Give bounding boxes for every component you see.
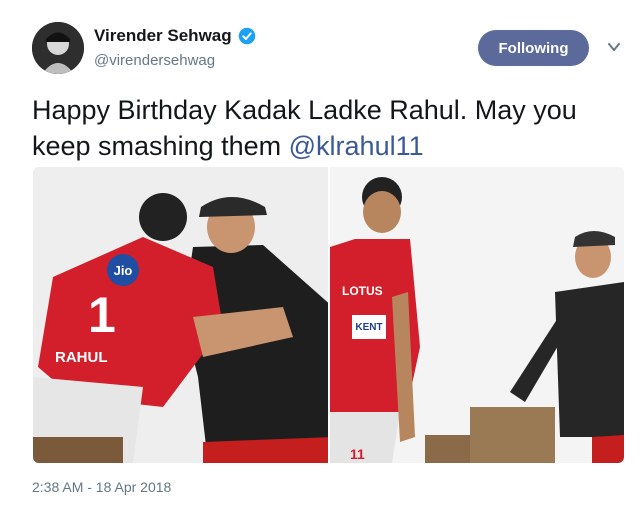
- shorts-number-right: 11: [350, 446, 365, 462]
- jersey-name-left: RAHUL: [55, 349, 108, 366]
- verified-badge-icon: [238, 27, 256, 45]
- tweet-card: Virender Sehwag @virendersehwag Followin…: [0, 0, 640, 509]
- mention-link[interactable]: @klrahul11: [289, 131, 424, 161]
- media-gallery: Jio 1 RAHUL LOTUS KENT 11: [33, 167, 624, 463]
- author-name-row: Virender Sehwag: [94, 26, 256, 46]
- jersey-sponsor2-right: KENT: [355, 322, 382, 333]
- avatar[interactable]: [32, 22, 84, 74]
- tweet-timestamp[interactable]: 2:38 AM - 18 Apr 2018: [32, 479, 171, 495]
- photo-hug[interactable]: Jio 1 RAHUL: [33, 167, 328, 463]
- tweet-text: Happy Birthday Kadak Ladke Rahul. May yo…: [32, 92, 622, 164]
- author-name[interactable]: Virender Sehwag: [94, 26, 232, 46]
- jersey-number-left: 1: [88, 287, 116, 343]
- jersey-sponsor-right: LOTUS: [342, 284, 383, 298]
- avatar-image: [32, 22, 84, 74]
- photo-standing[interactable]: LOTUS KENT 11: [330, 167, 624, 463]
- jersey-sponsor-left: Jio: [114, 263, 133, 278]
- following-button[interactable]: Following: [478, 30, 589, 66]
- author-handle[interactable]: @virendersehwag: [94, 52, 215, 69]
- chevron-down-icon[interactable]: [607, 40, 621, 52]
